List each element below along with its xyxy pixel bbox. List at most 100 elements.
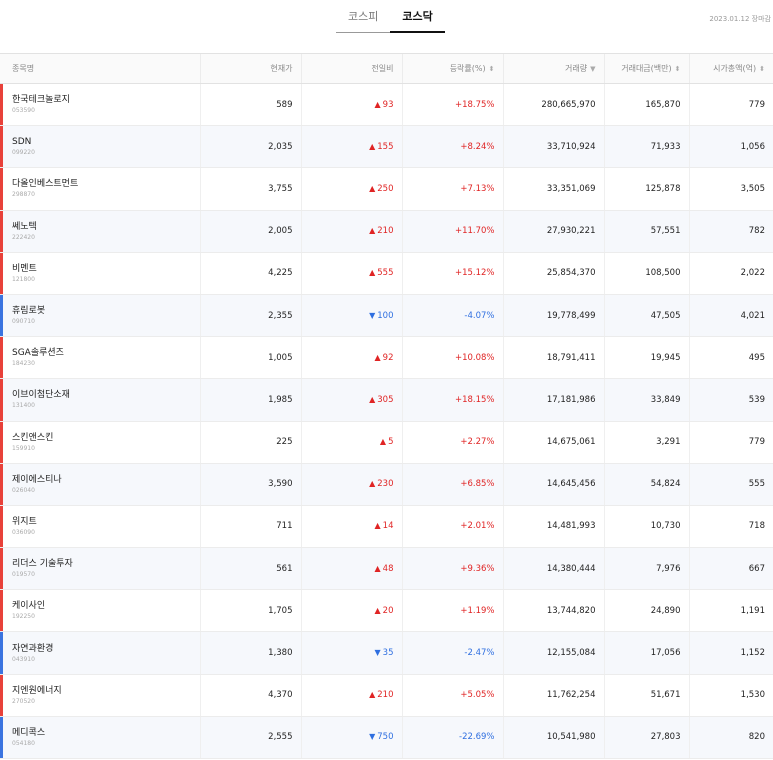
stock-name-link[interactable]: SDN bbox=[12, 136, 192, 148]
cell-amount: 54,824 bbox=[603, 463, 689, 506]
stock-name-link[interactable]: 리더스 기술투자 bbox=[12, 558, 192, 570]
cell-rate: +5.05% bbox=[401, 674, 503, 717]
cell-name: 케이사인 192250 bbox=[0, 589, 200, 633]
stock-name-link[interactable]: 메디콕스 bbox=[12, 727, 192, 739]
cell-price: 561 bbox=[199, 547, 301, 591]
cell-price: 2,555 bbox=[199, 716, 301, 760]
cell-cap: 4,021 bbox=[688, 294, 773, 338]
stock-code: 192250 bbox=[12, 613, 35, 621]
stock-name-link[interactable]: 위지트 bbox=[12, 516, 192, 528]
table-row[interactable]: 케이사인 192250 1,705 ▲ 20 +1.19% 13,744,820 24,890… bbox=[0, 589, 773, 633]
cell-rate: +6.85% bbox=[401, 463, 503, 506]
tab-kospi[interactable]: 코스피 bbox=[336, 8, 391, 33]
stock-name-link[interactable]: 케이사인 bbox=[12, 600, 192, 612]
table-row[interactable]: 리더스 기술투자 019570 561 ▲ 48 +9.36% 14,380,444 7,97… bbox=[0, 547, 773, 591]
table-row[interactable]: 한국테크놀로지 053590 589 ▲ 93 +18.75% 280,665,970 165… bbox=[0, 83, 773, 127]
cell-change: ▼ 35 bbox=[300, 631, 402, 675]
stock-code: 026040 bbox=[12, 486, 35, 494]
header-price: 현재가 bbox=[199, 53, 301, 84]
stock-code: 053590 bbox=[12, 107, 35, 115]
trend-indicator bbox=[0, 210, 3, 252]
table-row[interactable]: 메디콕스 054180 2,555 ▼ 750 -22.69% 10,541,980 27,8… bbox=[0, 716, 773, 760]
stock-code: 090710 bbox=[12, 318, 35, 326]
stock-name-link[interactable]: 지엔원에너지 bbox=[12, 685, 192, 697]
arrow-up-icon: ▲ bbox=[369, 183, 376, 193]
change-value: 155 bbox=[377, 141, 394, 152]
cell-volume: 25,854,370 bbox=[502, 252, 604, 295]
cell-volume: 14,481,993 bbox=[502, 505, 604, 549]
cell-volume: 14,645,456 bbox=[502, 463, 604, 506]
stock-name-link[interactable]: 제이에스티나 bbox=[12, 474, 192, 486]
header-amount[interactable]: 거래대금(백만) ⬍ bbox=[603, 53, 689, 84]
table-row[interactable]: 지엔원에너지 270520 4,370 ▲ 210 +5.05% 11,762,254 51,… bbox=[0, 674, 773, 717]
cell-price: 4,370 bbox=[199, 674, 301, 717]
stock-code: 131400 bbox=[12, 402, 35, 410]
tab-kosdaq[interactable]: 코스닥 bbox=[390, 8, 445, 33]
cell-name: 제이에스티나 026040 bbox=[0, 463, 200, 506]
cell-change: ▲ 20 bbox=[300, 589, 402, 633]
arrow-down-icon: ▼ bbox=[374, 648, 381, 658]
stock-name-link[interactable]: SGA솔루션즈 bbox=[12, 347, 192, 359]
arrow-up-icon: ▲ bbox=[369, 141, 376, 151]
cell-amount: 125,878 bbox=[603, 167, 689, 211]
cell-change: ▲ 5 bbox=[300, 421, 402, 464]
trend-indicator bbox=[0, 168, 3, 210]
header-cap[interactable]: 시가총액(억) ⬍ bbox=[688, 53, 773, 84]
cell-volume: 17,181,986 bbox=[502, 378, 604, 422]
trend-indicator bbox=[0, 126, 3, 167]
cell-name: 지엔원에너지 270520 bbox=[0, 674, 200, 717]
stock-name-link[interactable]: 스킨앤스킨 bbox=[12, 432, 192, 444]
change-value: 48 bbox=[382, 563, 394, 574]
arrow-up-icon: ▲ bbox=[374, 605, 381, 615]
change-value: 210 bbox=[377, 226, 394, 237]
trend-indicator bbox=[0, 632, 3, 674]
cell-name: 비멘트 121800 bbox=[0, 252, 200, 295]
table-row[interactable]: 비멘트 121800 4,225 ▲ 555 +15.12% 25,854,370 108,5… bbox=[0, 252, 773, 295]
table-row[interactable]: 휴림로봇 090710 2,355 ▼ 100 -4.07% 19,778,499 47,50… bbox=[0, 294, 773, 338]
stock-code: 222420 bbox=[12, 233, 35, 241]
cell-rate: +9.36% bbox=[401, 547, 503, 591]
table-row[interactable]: 제이에스티나 026040 3,590 ▲ 230 +6.85% 14,645,456 54,… bbox=[0, 463, 773, 506]
table-row[interactable]: 자연과환경 043910 1,380 ▼ 35 -2.47% 12,155,084 17,05… bbox=[0, 631, 773, 675]
cell-volume: 19,778,499 bbox=[502, 294, 604, 338]
cell-cap: 779 bbox=[688, 83, 773, 127]
trend-indicator bbox=[0, 674, 3, 716]
stock-name-link[interactable]: 비멘트 bbox=[12, 263, 192, 275]
stock-name-link[interactable]: 다올인베스트먼트 bbox=[12, 178, 192, 190]
market-header: 코스피 코스닥 2023.01.12 장마감 bbox=[0, 0, 773, 40]
stock-name-link[interactable]: 자연과환경 bbox=[12, 643, 192, 655]
arrow-up-icon: ▲ bbox=[369, 479, 376, 489]
cell-amount: 108,500 bbox=[603, 252, 689, 295]
cell-cap: 1,056 bbox=[688, 125, 773, 169]
stock-name-link[interactable]: 한국테크놀로지 bbox=[12, 94, 192, 106]
cell-cap: 779 bbox=[688, 421, 773, 464]
cell-price: 1,005 bbox=[199, 336, 301, 380]
cell-price: 225 bbox=[199, 421, 301, 464]
table-row[interactable]: 위지트 036090 711 ▲ 14 +2.01% 14,481,993 10,730 718 bbox=[0, 505, 773, 549]
cell-cap: 1,530 bbox=[688, 674, 773, 717]
change-value: 35 bbox=[382, 648, 394, 659]
table-row[interactable]: 쎄노텍 222420 2,005 ▲ 210 +11.70% 27,930,221 57,55… bbox=[0, 210, 773, 253]
trend-indicator bbox=[0, 505, 3, 547]
cell-rate: +7.13% bbox=[401, 167, 503, 211]
header-volume[interactable]: 거래량 ▼ bbox=[502, 53, 604, 84]
table-row[interactable]: 스킨앤스킨 159910 225 ▲ 5 +2.27% 14,675,061 3,291 779 bbox=[0, 421, 773, 464]
cell-price: 711 bbox=[199, 505, 301, 549]
cell-amount: 71,933 bbox=[603, 125, 689, 169]
stock-name-link[interactable]: 쎄노텍 bbox=[12, 221, 192, 233]
cell-change: ▲ 48 bbox=[300, 547, 402, 591]
table-row[interactable]: 다올인베스트먼트 298870 3,755 ▲ 250 +7.13% 33,351,069 1… bbox=[0, 167, 773, 211]
table-row[interactable]: SGA솔루션즈 184230 1,005 ▲ 92 +10.08% 18,791,411 19… bbox=[0, 336, 773, 380]
trend-indicator bbox=[0, 252, 3, 294]
sort-icon: ⬍ bbox=[674, 65, 681, 73]
table-row[interactable]: 이브이첨단소재 131400 1,985 ▲ 305 +18.15% 17,181,986 3… bbox=[0, 378, 773, 422]
stock-name-link[interactable]: 휴림로봇 bbox=[12, 305, 192, 317]
cell-rate: +18.15% bbox=[401, 378, 503, 422]
table-row[interactable]: SDN 099220 2,035 ▲ 155 +8.24% 33,710,924 71,933… bbox=[0, 125, 773, 169]
cell-amount: 17,056 bbox=[603, 631, 689, 675]
cell-volume: 12,155,084 bbox=[502, 631, 604, 675]
header-rate[interactable]: 등락률(%) ⬍ bbox=[401, 53, 503, 84]
stock-name-link[interactable]: 이브이첨단소재 bbox=[12, 389, 192, 401]
stock-code: 099220 bbox=[12, 149, 35, 157]
cell-amount: 33,849 bbox=[603, 378, 689, 422]
